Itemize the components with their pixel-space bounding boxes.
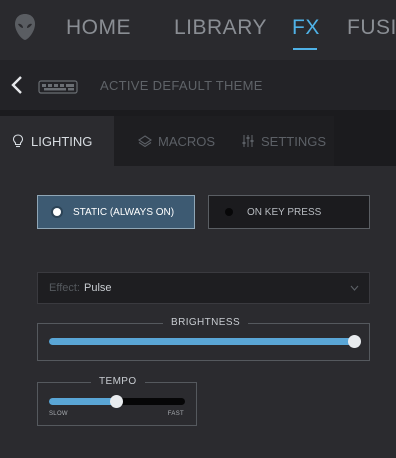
tempo-fast-label: FAST [167, 411, 184, 417]
key-press-mode-label: ON KEY PRESS [247, 206, 322, 218]
tempo-knob[interactable] [110, 395, 123, 408]
lightbulb-icon [12, 134, 24, 148]
tempo-slow-label: SLOW [49, 411, 68, 417]
theme-header: ACTIVE DEFAULT THEME [0, 60, 396, 110]
tempo-slider[interactable] [49, 395, 185, 408]
tempo-group: TEMPO SLOW FAST [37, 376, 197, 426]
static-mode-label: STATIC (ALWAYS ON) [73, 206, 175, 218]
layers-icon [138, 135, 152, 148]
top-nav: HOME LIBRARY FX FUSI [0, 0, 396, 60]
tab-settings[interactable]: SETTINGS [224, 116, 334, 166]
nav-active-indicator [293, 48, 317, 50]
brightness-label: BRIGHTNESS [163, 317, 249, 328]
nav-home[interactable]: HOME [66, 16, 131, 40]
chevron-down-icon [350, 285, 359, 291]
radio-unselected-icon [225, 208, 233, 216]
nav-fx[interactable]: FX [292, 16, 320, 40]
tempo-fill [49, 398, 117, 405]
tab-bar: LIGHTING MACROS SETTINGS [0, 116, 396, 166]
tab-settings-label: SETTINGS [261, 133, 327, 149]
tab-macros[interactable]: MACROS [114, 116, 224, 166]
radio-selected-icon [53, 208, 61, 216]
nav-fusion[interactable]: FUSI [347, 16, 396, 40]
brightness-fill [49, 338, 355, 345]
alienware-logo-icon[interactable] [14, 13, 36, 41]
nav-library[interactable]: LIBRARY [174, 16, 267, 40]
brightness-slider[interactable] [49, 335, 361, 348]
key-press-mode-button[interactable]: ON KEY PRESS [208, 195, 370, 229]
effect-value: Pulse [83, 282, 112, 294]
brightness-group: BRIGHTNESS [37, 317, 370, 361]
static-mode-button[interactable]: STATIC (ALWAYS ON) [37, 195, 195, 229]
tempo-label: TEMPO [91, 376, 145, 387]
tab-lighting[interactable]: LIGHTING [0, 116, 114, 166]
effect-dropdown[interactable]: Effect: Pulse [37, 272, 370, 304]
effect-label: Effect: [49, 282, 80, 294]
sliders-icon [242, 135, 254, 147]
active-theme-title: ACTIVE DEFAULT THEME [100, 78, 263, 93]
keyboard-icon [38, 80, 78, 94]
back-arrow-icon[interactable] [10, 74, 24, 96]
tab-macros-label: MACROS [158, 133, 216, 149]
tab-lighting-label: LIGHTING [31, 133, 93, 149]
brightness-knob[interactable] [348, 335, 361, 348]
